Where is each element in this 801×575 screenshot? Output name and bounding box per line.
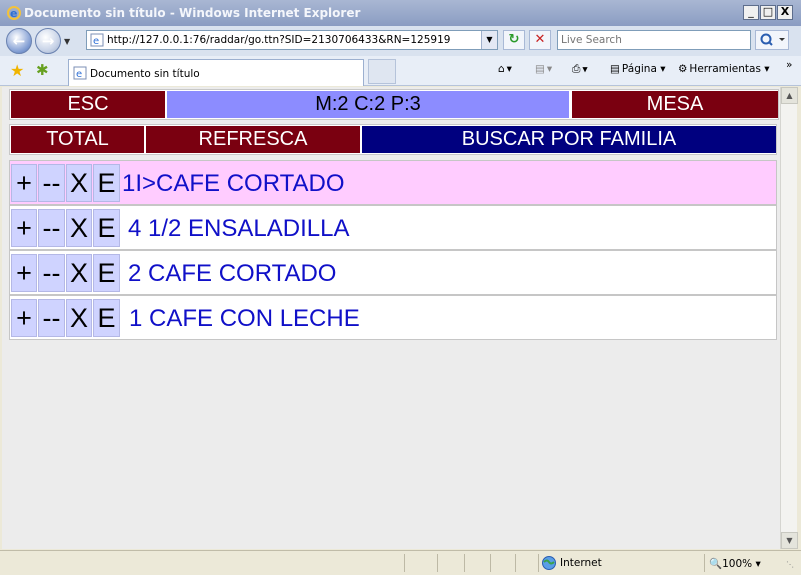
list-item[interactable]: + -- X E 4 1/2 ENSALADILLA: [9, 205, 777, 250]
minimize-button[interactable]: _: [743, 5, 759, 20]
edit-button[interactable]: E: [93, 299, 120, 337]
decrement-button[interactable]: --: [38, 299, 65, 337]
tools-menu-label: Herramientas: [689, 63, 761, 75]
status-divider: [490, 554, 491, 572]
increment-button[interactable]: +: [11, 164, 37, 202]
page-icon: e: [90, 33, 104, 47]
top-bar: ESC M:2 C:2 P:3 MESA: [9, 89, 779, 120]
status-display: M:2 C:2 P:3: [167, 91, 569, 118]
print-button[interactable]: ⎙ ▾: [572, 63, 588, 76]
refresca-button[interactable]: REFRESCA: [146, 126, 360, 153]
zoom-control[interactable]: 🔍100% ▾: [709, 557, 761, 570]
decrement-button[interactable]: --: [38, 209, 65, 247]
window-title: Documento sin título - Windows Internet …: [24, 6, 361, 20]
forward-arrow-icon: →: [41, 32, 55, 50]
increment-button[interactable]: +: [11, 209, 37, 247]
search-icon: [760, 33, 785, 46]
scroll-up-icon[interactable]: ▲: [781, 87, 798, 104]
page-icon: ▤: [610, 63, 620, 75]
page-viewport: ESC M:2 C:2 P:3 MESA TOTAL REFRESCA BUSC…: [2, 87, 780, 549]
resize-grip-icon[interactable]: ⋱: [786, 560, 794, 569]
status-divider: [515, 554, 516, 572]
zoom-level: 100%: [722, 558, 753, 570]
search-button[interactable]: [755, 30, 789, 50]
decrement-button[interactable]: --: [38, 254, 65, 292]
title-bar: e Documento sin título - Windows Interne…: [0, 0, 801, 26]
back-arrow-icon: ←: [12, 32, 26, 50]
status-divider: [704, 554, 705, 572]
vertical-scrollbar[interactable]: ▲ ▼: [780, 87, 798, 549]
list-item[interactable]: + -- X E 1I>CAFE CORTADO: [9, 160, 777, 205]
status-bar: Internet 🔍100% ▾ ⋱: [0, 550, 801, 575]
status-divider: [538, 554, 539, 572]
mesa-button[interactable]: MESA: [572, 91, 778, 118]
close-button[interactable]: X: [777, 5, 793, 20]
status-divider: [437, 554, 438, 572]
edit-button[interactable]: E: [93, 164, 120, 202]
svg-text:e: e: [76, 69, 82, 80]
status-divider: [464, 554, 465, 572]
scroll-down-icon[interactable]: ▼: [781, 532, 798, 549]
svg-text:e: e: [93, 36, 99, 47]
address-bar[interactable]: e http://127.0.0.1:76/raddar/go.ttn?SID=…: [86, 30, 498, 50]
tab-label: Documento sin título: [90, 68, 200, 80]
list-item[interactable]: + -- X E 2 CAFE CORTADO: [9, 250, 777, 295]
ie-logo-icon: e: [7, 6, 21, 20]
favorites-star-icon[interactable]: ★: [10, 61, 24, 80]
back-button[interactable]: ←: [6, 28, 32, 54]
stop-button[interactable]: ✕: [529, 30, 551, 50]
item-label: 1 CAFE CON LECHE: [129, 305, 360, 332]
search-box[interactable]: [557, 30, 751, 50]
decrement-button[interactable]: --: [38, 164, 65, 202]
printer-icon: ⎙: [572, 63, 581, 75]
page-icon: e: [73, 66, 87, 80]
increment-button[interactable]: +: [11, 299, 37, 337]
delete-button[interactable]: X: [66, 209, 92, 247]
svg-text:e: e: [10, 7, 17, 20]
delete-button[interactable]: X: [66, 164, 92, 202]
esc-button[interactable]: ESC: [11, 91, 165, 118]
home-button[interactable]: ⌂ ▾: [498, 63, 512, 75]
gear-icon: ⚙: [678, 63, 688, 75]
item-label: 2 CAFE CORTADO: [128, 260, 337, 287]
new-tab-button[interactable]: [368, 59, 396, 84]
address-toolbar: ← → ▼ e http://127.0.0.1:76/raddar/go.tt…: [0, 26, 801, 56]
home-icon: ⌂: [498, 63, 505, 75]
page-menu[interactable]: ▤ Página ▾: [610, 63, 666, 75]
page-menu-label: Página: [621, 63, 657, 75]
forward-button[interactable]: →: [35, 28, 61, 54]
refresh-button[interactable]: ↻: [503, 30, 525, 50]
tools-menu[interactable]: ⚙ Herramientas ▾: [678, 63, 770, 75]
delete-button[interactable]: X: [66, 299, 92, 337]
second-bar: TOTAL REFRESCA BUSCAR POR FAMILIA: [9, 124, 777, 155]
url-text[interactable]: http://127.0.0.1:76/raddar/go.ttn?SID=21…: [107, 34, 450, 46]
search-input[interactable]: [558, 31, 750, 49]
globe-icon: [542, 556, 556, 570]
buscar-familia-button[interactable]: BUSCAR POR FAMILIA: [362, 126, 776, 153]
item-label: 1I>CAFE CORTADO: [122, 170, 345, 197]
increment-button[interactable]: +: [11, 254, 37, 292]
edit-button[interactable]: E: [93, 254, 120, 292]
maximize-button[interactable]: □: [760, 5, 776, 20]
history-dropdown-icon[interactable]: ▼: [64, 37, 70, 46]
security-zone: Internet: [560, 557, 602, 569]
status-divider: [404, 554, 405, 572]
delete-button[interactable]: X: [66, 254, 92, 292]
tab-documento[interactable]: e Documento sin título: [68, 59, 364, 86]
list-item[interactable]: + -- X E 1 CAFE CON LECHE: [9, 295, 777, 340]
address-dropdown-icon[interactable]: ▼: [481, 31, 497, 49]
total-button[interactable]: TOTAL: [11, 126, 144, 153]
tab-toolbar: ★ ✱ e Documento sin título ⌂ ▾ ▤ ▾ ⎙ ▾ ▤ Pág…: [0, 56, 801, 86]
edit-button[interactable]: E: [93, 209, 120, 247]
toolbar-overflow-icon[interactable]: »: [786, 59, 792, 71]
add-favorites-icon[interactable]: ✱: [36, 61, 49, 79]
feeds-icon: ▤: [535, 63, 545, 75]
zoom-icon: 🔍: [709, 558, 723, 570]
feeds-button[interactable]: ▤ ▾: [535, 63, 552, 75]
item-label: 4 1/2 ENSALADILLA: [128, 215, 350, 242]
